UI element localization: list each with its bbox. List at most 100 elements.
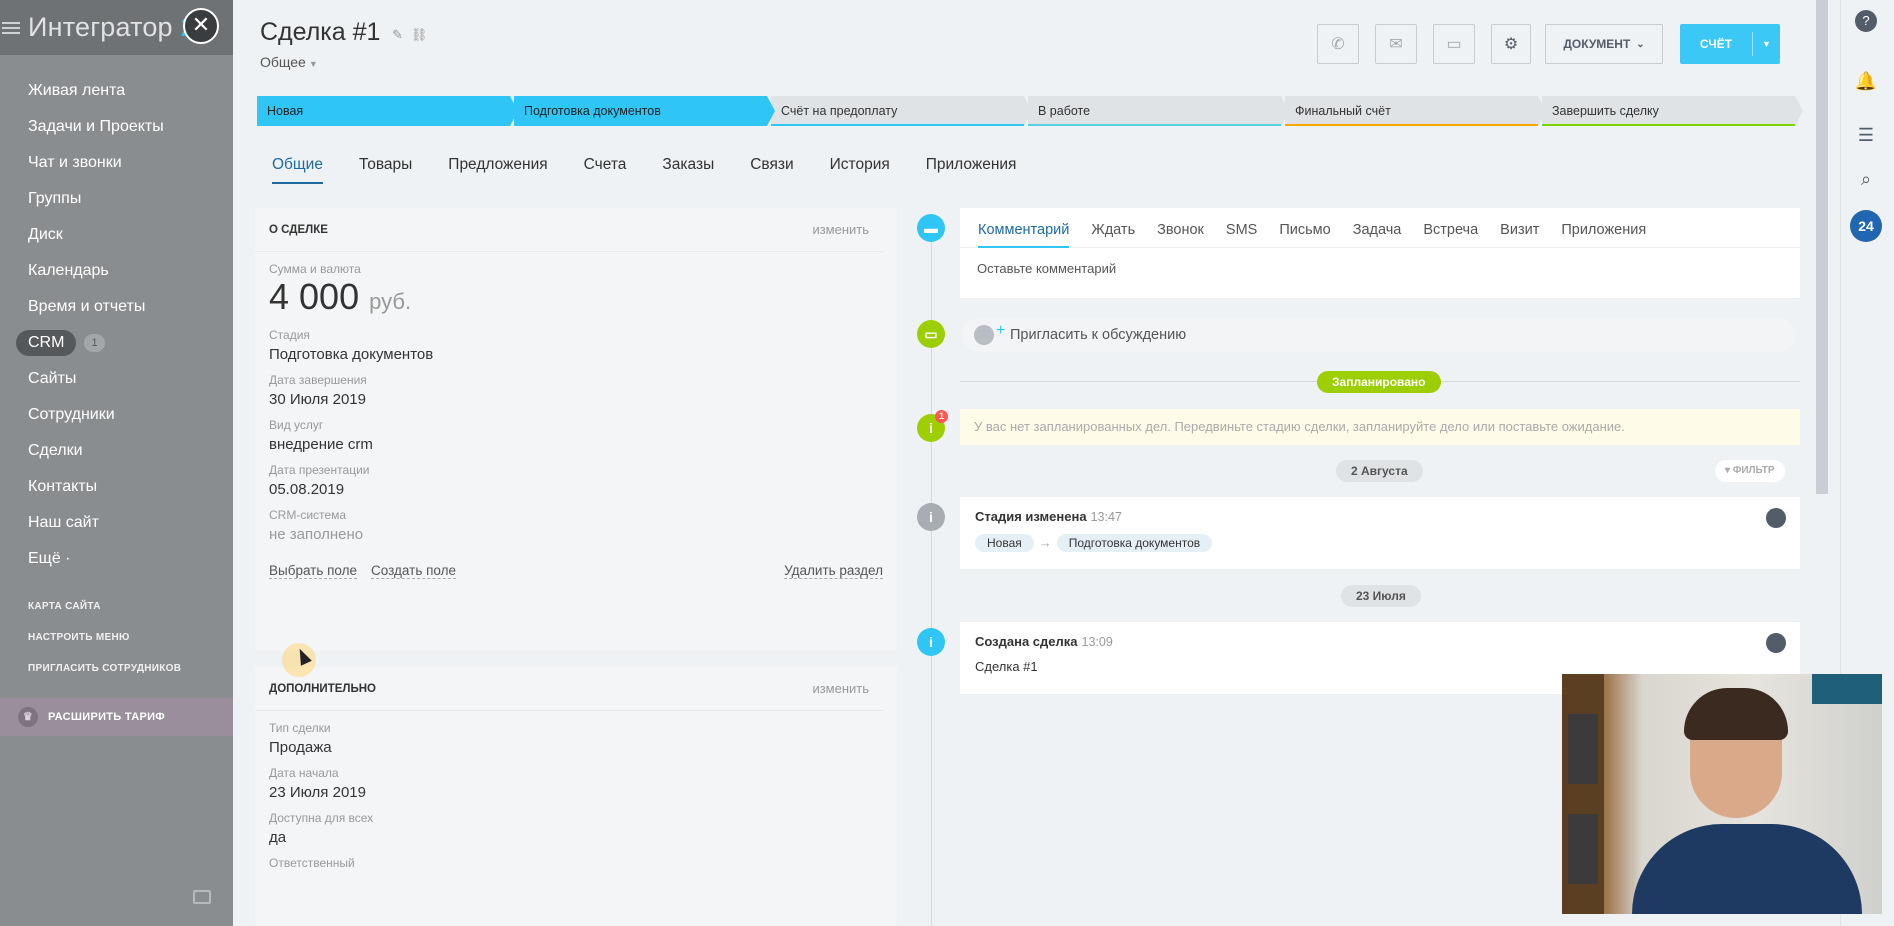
call-button[interactable]: ✆	[1317, 24, 1359, 64]
stage-underline	[1028, 124, 1281, 126]
chat-bubble-icon: ▭	[1446, 36, 1462, 53]
activity-tabs: Комментарий Ждать Звонок SMS Письмо Зада…	[960, 208, 1800, 248]
search-icon[interactable]: ⌕	[1853, 166, 1879, 192]
card-actions: Выбрать поле Создать поле Удалить раздел	[255, 563, 897, 579]
field-value: не заполнено	[269, 526, 364, 543]
help-icon[interactable]: ?	[1855, 10, 1877, 32]
stage-new[interactable]: Новая	[257, 96, 518, 126]
category-selector[interactable]: Общее ▼	[260, 54, 318, 70]
menu-item-feed[interactable]: Живая лента	[0, 73, 233, 109]
select-field-link[interactable]: Выбрать поле	[269, 563, 358, 579]
menu-item-more[interactable]: Ещё ·	[0, 541, 233, 577]
activity-tab-comment[interactable]: Комментарий	[978, 222, 1070, 248]
link-invite-employees[interactable]: ПРИГЛАСИТЬ СОТРУДНИКОВ	[0, 653, 233, 684]
field-label: CRM-система	[269, 508, 346, 522]
tab-quotes[interactable]: Предложения	[448, 156, 547, 184]
copy-link-icon[interactable]: ⛓	[411, 27, 428, 42]
stage-label: Финальный счёт	[1295, 104, 1391, 118]
close-slider-button[interactable]: ✕	[183, 8, 219, 44]
brand-text: Интегратор	[28, 12, 173, 42]
activity-tab-wait[interactable]: Ждать	[1091, 222, 1135, 248]
bitrix24-counter[interactable]: 24	[1850, 210, 1882, 242]
tab-products[interactable]: Товары	[359, 156, 412, 184]
chat-button[interactable]: ▭	[1433, 24, 1475, 64]
activity-tab-call[interactable]: Звонок	[1157, 222, 1204, 248]
menu-item-calendar[interactable]: Календарь	[0, 253, 233, 289]
menu-item-tasks[interactable]: Задачи и Проекты	[0, 109, 233, 145]
card-title: ДОПОЛНИТЕЛЬНО	[269, 682, 376, 695]
left-sidebar: Интегратор 2 Живая лента Задачи и Проект…	[0, 0, 233, 926]
activity-tab-task[interactable]: Задача	[1353, 222, 1402, 248]
stage-final-invoice[interactable]: Финальный счёт	[1285, 96, 1546, 126]
printer-icon[interactable]	[193, 890, 211, 904]
responsible-field: Ответственный	[255, 856, 897, 870]
link-sitemap[interactable]: КАРТА САЙТА	[0, 591, 233, 622]
document-button-label: ДОКУМЕНТ	[1563, 37, 1631, 51]
tab-orders[interactable]: Заказы	[662, 156, 714, 184]
stage-underline	[1285, 124, 1538, 126]
document-button[interactable]: ДОКУМЕНТ ⌄	[1545, 24, 1663, 64]
tab-apps[interactable]: Приложения	[926, 156, 1017, 184]
event-title: Создана сделка 13:09	[975, 634, 1785, 649]
filter-button[interactable]: ▾ ФИЛЬТР	[1715, 460, 1785, 482]
menu-item-crm[interactable]: CRM 1	[0, 325, 233, 361]
event-body: Сделка #1	[975, 659, 1038, 674]
bell-icon[interactable]: 🔔	[1853, 68, 1879, 94]
field-label: Ответственный	[269, 856, 355, 870]
menu-item-chat[interactable]: Чат и звонки	[0, 145, 233, 181]
edit-title-pencil-icon[interactable]: ✎	[392, 27, 403, 42]
stage-close-deal[interactable]: Завершить сделку	[1542, 96, 1803, 126]
delete-section-link[interactable]: Удалить раздел	[784, 563, 883, 579]
field-value: 05.08.2019	[269, 481, 345, 498]
menu-item-sites[interactable]: Сайты	[0, 361, 233, 397]
menu-item-our-site[interactable]: Наш сайт	[0, 505, 233, 541]
tab-links[interactable]: Связи	[750, 156, 793, 184]
field-value: 30 Июля 2019	[269, 391, 366, 408]
create-field-link[interactable]: Создать поле	[371, 563, 457, 579]
crm-label: CRM	[16, 329, 77, 356]
messenger-icon[interactable]: ☰	[1853, 122, 1879, 148]
brand-logo[interactable]: Интегратор 2	[28, 12, 196, 43]
email-button[interactable]: ✉	[1375, 24, 1417, 64]
menu-item-disk[interactable]: Диск	[0, 217, 233, 253]
activity-tab-email[interactable]: Письмо	[1279, 222, 1330, 248]
amount-number: 4 000	[269, 276, 360, 317]
activity-tab-apps[interactable]: Приложения	[1561, 222, 1646, 248]
comment-input[interactable]: Оставьте комментарий	[960, 247, 1800, 276]
field-label: Дата презентации	[269, 463, 370, 477]
stage-preparing-docs[interactable]: Подготовка документов	[514, 96, 775, 126]
stage-in-progress[interactable]: В работе	[1028, 96, 1289, 126]
invoice-button[interactable]: СЧЁТ ▼	[1680, 24, 1780, 64]
card-header: ДОПОЛНИТЕЛЬНО изменить	[255, 667, 883, 711]
crm-system-field: CRM-система не заполнено	[255, 508, 897, 543]
scrollbar[interactable]	[1816, 0, 1828, 494]
invite-label: Пригласить к обсуждению	[1010, 327, 1187, 343]
user-avatar-icon[interactable]	[1766, 508, 1786, 528]
menu-item-time[interactable]: Время и отчеты	[0, 289, 233, 325]
field-value: 23 Июля 2019	[269, 784, 366, 801]
upgrade-plan-button[interactable]: ♛ РАСШИРИТЬ ТАРИФ	[0, 698, 233, 736]
page-title: Сделка #1	[260, 18, 381, 46]
menu-item-employees[interactable]: Сотрудники	[0, 397, 233, 433]
menu-burger-icon[interactable]	[2, 19, 20, 37]
tab-history[interactable]: История	[830, 156, 890, 184]
close-date-field: Дата завершения 30 Июля 2019	[255, 373, 897, 408]
tab-invoices[interactable]: Счета	[584, 156, 627, 184]
menu-item-contacts[interactable]: Контакты	[0, 469, 233, 505]
notification-counter: 1	[935, 410, 948, 423]
activity-tab-sms[interactable]: SMS	[1226, 222, 1257, 248]
tab-general[interactable]: Общие	[272, 156, 323, 184]
user-avatar-icon[interactable]	[1766, 633, 1786, 653]
link-configure-menu[interactable]: НАСТРОИТЬ МЕНЮ	[0, 622, 233, 653]
settings-button[interactable]: ⚙	[1491, 24, 1531, 64]
menu-item-groups[interactable]: Группы	[0, 181, 233, 217]
invite-to-discussion-button[interactable]: Пригласить к обсуждению	[962, 318, 1796, 352]
date-separator: 23 Июля	[1341, 585, 1421, 607]
activity-tab-visit[interactable]: Визит	[1500, 222, 1539, 248]
invoice-menu-chevron-icon[interactable]: ▼	[1753, 39, 1780, 49]
activity-tab-meeting[interactable]: Встреча	[1423, 222, 1478, 248]
edit-section-link[interactable]: изменить	[812, 681, 869, 696]
menu-item-deals[interactable]: Сделки	[0, 433, 233, 469]
stage-prepayment-invoice[interactable]: Счёт на предоплату	[771, 96, 1032, 126]
edit-section-link[interactable]: изменить	[812, 222, 869, 237]
